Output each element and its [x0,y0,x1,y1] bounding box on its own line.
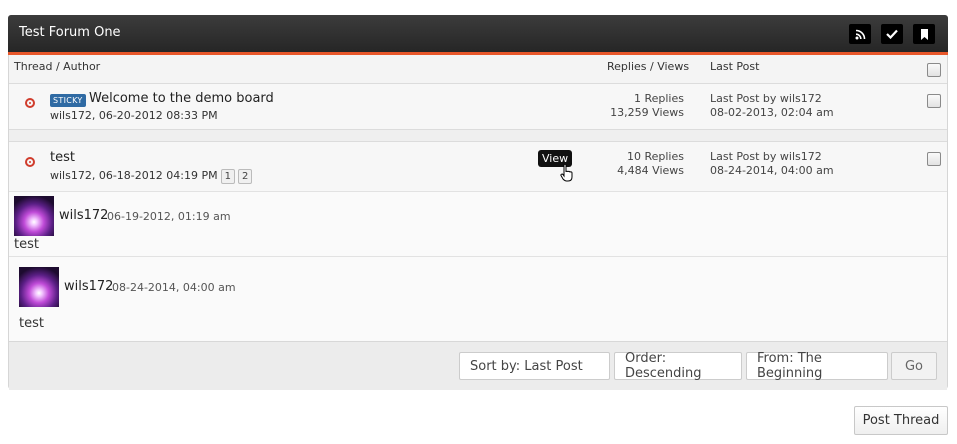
subscribe-button[interactable] [913,24,935,44]
post-thread-button[interactable]: Post Thread [854,406,948,435]
preview-username[interactable]: wils172 [59,208,108,223]
thread-replies: 10 Replies [626,150,684,163]
column-thread-author[interactable]: Thread / Author [14,60,100,73]
sort-controls-bar: Sort by: Last Post Order: Descending Fro… [9,341,947,390]
thread-status-icon[interactable] [25,157,35,167]
forum-header: Test Forum One [8,15,948,55]
preview-date: 08-24-2014, 04:00 am [112,281,236,294]
preview-date: 06-19-2012, 01:19 am [107,210,231,223]
page-link-1[interactable]: 1 [220,169,235,184]
thread-replies: 1 Replies [633,92,684,105]
order-select[interactable]: Order: Descending [614,351,742,381]
thread-select-checkbox[interactable] [927,94,941,108]
from-select[interactable]: From: The Beginning [746,351,888,381]
rss-button[interactable] [849,24,871,44]
post-preview: wils172 08-24-2014, 04:00 am test [9,256,947,342]
thread-last-post-date: 08-24-2014, 04:00 am [710,164,834,177]
thread-last-post-by[interactable]: Last Post by wils172 [710,92,822,105]
thread-row: STICKY Welcome to the demo board wils172… [9,83,947,129]
sticky-badge: STICKY [50,94,86,107]
thread-title-link[interactable]: test [50,150,75,165]
forum-title: Test Forum One [19,25,121,40]
thread-row: test wils172, 06-18-2012 04:19 PM 1 2 View… [9,141,947,191]
thread-select-checkbox[interactable] [927,152,941,166]
preview-username[interactable]: wils172 [64,279,113,294]
check-icon [886,29,898,39]
preview-text: test [19,316,44,331]
thread-last-post-date: 08-02-2013, 02:04 am [710,106,834,119]
thread-author-date: wils172, 06-20-2012 08:33 PM [50,109,218,122]
bookmark-icon [920,28,928,40]
column-replies-views[interactable]: Replies / Views [607,60,689,73]
thread-author-date-text: wils172, 06-18-2012 04:19 PM [50,169,218,182]
preview-text: test [14,237,39,252]
avatar [14,196,54,236]
thread-author-date: wils172, 06-18-2012 04:19 PM 1 2 [50,169,253,184]
thread-status-icon[interactable] [25,98,35,108]
page-link-2[interactable]: 2 [237,169,253,184]
sort-by-select[interactable]: Sort by: Last Post [459,352,610,380]
thread-views: 13,259 Views [610,106,684,119]
select-all-checkbox[interactable] [927,63,941,77]
rss-icon [855,29,865,39]
post-preview: wils172 06-19-2012, 01:19 am test [9,191,947,256]
go-button[interactable]: Go [891,352,937,380]
mark-read-button[interactable] [881,24,903,44]
thread-views: 4,484 Views [617,164,684,177]
thread-title-link[interactable]: Welcome to the demo board [89,91,274,106]
avatar [19,267,59,307]
column-last-post[interactable]: Last Post [710,60,759,73]
forum-panel: Test Forum One Thread / Author Replies /… [8,15,948,390]
thread-last-post-by[interactable]: Last Post by wils172 [710,150,822,163]
